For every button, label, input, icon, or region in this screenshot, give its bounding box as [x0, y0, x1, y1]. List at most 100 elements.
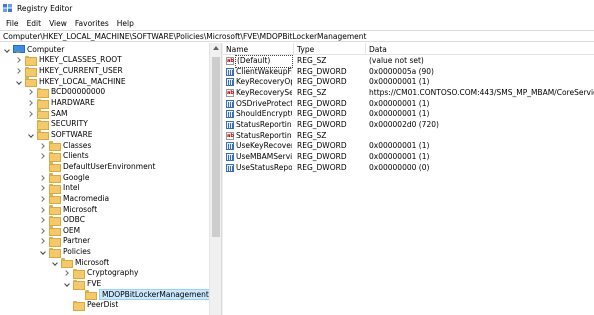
binary-value-icon: [226, 142, 234, 151]
tree-item[interactable]: SOFTWARE: [28, 129, 93, 141]
folder-icon: [49, 151, 61, 162]
column-divider[interactable]: [365, 43, 366, 55]
value-row[interactable]: ClientWakeupFr... REG_DWORD 0x0000005a (90…: [223, 67, 594, 78]
chevron-right-icon[interactable]: [16, 67, 23, 74]
chevron-right-icon[interactable]: [40, 227, 47, 234]
value-row[interactable]: StatusReporting... REG_DWORD 0x000002d0 (7…: [223, 120, 594, 131]
key-tree[interactable]: Computer HKEY_CLASSES_ROOT HKEY_CURRENT_US…: [0, 43, 209, 315]
tree-item[interactable]: Google: [40, 172, 90, 184]
menu-file[interactable]: File: [3, 19, 24, 28]
tree-item-label: Google: [63, 172, 90, 182]
chevron-right-icon[interactable]: [40, 174, 47, 181]
chevron-right-icon[interactable]: [40, 184, 47, 191]
value-row[interactable]: abStatusReporting... REG_SZ: [223, 131, 594, 142]
column-divider[interactable]: [293, 43, 294, 55]
tree-item[interactable]: DefaultUserEnvironment: [40, 161, 155, 173]
tree-item[interactable]: Microsoft: [40, 204, 98, 216]
chevron-down-icon[interactable]: [28, 131, 35, 138]
chevron-right-icon[interactable]: [40, 152, 47, 159]
value-row[interactable]: KeyRecoveryOpt... REG_DWORD 0x00000001 (1): [223, 77, 594, 88]
tree-item[interactable]: Partner: [40, 236, 90, 247]
value-data: https://CM01.CONTOSO.COM:443/SMS_MP_MBAM…: [369, 87, 594, 97]
tree-item[interactable]: ODBC: [40, 214, 85, 226]
string-value-icon: ab: [226, 88, 234, 97]
menu-view[interactable]: View: [46, 19, 72, 28]
value-row[interactable]: ab (Default) REG_SZ (value not set): [223, 55, 594, 68]
chevron-right-icon[interactable]: [40, 237, 47, 244]
column-header-data[interactable]: Data: [369, 45, 387, 54]
folder-icon: [37, 98, 49, 109]
value-type: REG_SZ: [297, 130, 327, 140]
tree-item[interactable]: Macromedia: [40, 193, 109, 205]
menu-help[interactable]: Help: [114, 19, 139, 28]
chevron-right-icon[interactable]: [40, 142, 47, 149]
tree-item[interactable]: HKEY_CURRENT_USER: [16, 65, 123, 77]
chevron-right-icon[interactable]: [40, 195, 47, 202]
tree-item-label: HKEY_LOCAL_MACHINE: [39, 76, 126, 86]
tree-item[interactable]: OEM: [40, 225, 80, 237]
tree-item[interactable]: SAM: [28, 108, 68, 120]
value-row[interactable]: UseStatusReport... REG_DWORD 0x00000000 (0…: [223, 163, 594, 174]
chevron-right-icon[interactable]: [40, 216, 47, 223]
tree-item[interactable]: HKEY_CLASSES_ROOT: [16, 55, 122, 66]
tree-item[interactable]: Microsoft: [52, 257, 110, 269]
chevron-right-icon[interactable]: [16, 56, 23, 63]
tree-item-label: Microsoft: [63, 204, 98, 214]
tree-item[interactable]: Intel: [40, 182, 80, 194]
value-type: REG_DWORD: [297, 151, 347, 161]
value-row[interactable]: OSDriveProtector REG_DWORD 0x00000001 (1): [223, 99, 594, 110]
tree-item[interactable]: BCD00000000: [28, 87, 105, 98]
value-row[interactable]: UseMBAMServic... REG_DWORD 0x00000001 (1): [223, 152, 594, 163]
tree-scrollbar[interactable]: [209, 43, 221, 315]
tree-item[interactable]: Computer: [4, 44, 64, 55]
chevron-right-icon[interactable]: [40, 206, 47, 213]
chevron-right-icon[interactable]: [28, 110, 35, 117]
value-row[interactable]: ShouldEncryptO... REG_DWORD 0x00000001 (1): [223, 109, 594, 120]
string-value-icon: ab: [226, 131, 234, 140]
tree-item[interactable]: Classes: [40, 140, 91, 152]
value-type: REG_DWORD: [297, 77, 347, 87]
value-row[interactable]: UseKeyRecovery... REG_DWORD 0x00000001 (1): [223, 141, 594, 152]
chevron-down-icon[interactable]: [16, 78, 23, 85]
value-row[interactable]: abKeyRecoverySer... REG_SZ https://CM01.CO…: [223, 88, 594, 99]
value-name: UseMBAMServic...: [236, 151, 292, 161]
chevron-down-icon[interactable]: [52, 259, 59, 266]
binary-value-icon: [226, 67, 234, 76]
tree-item[interactable]: Clients: [40, 151, 89, 162]
chevron-right-icon[interactable]: [64, 269, 71, 276]
chevron-down-icon[interactable]: [64, 280, 71, 287]
tree-item-label: HKEY_CURRENT_USER: [39, 66, 123, 76]
chevron-down-icon[interactable]: [4, 46, 11, 53]
value-data: 0x000002d0 (720): [369, 119, 439, 129]
menu-favorites[interactable]: Favorites: [72, 19, 114, 28]
folder-icon: [37, 130, 49, 141]
menu-edit[interactable]: Edit: [24, 19, 47, 28]
tree-item[interactable]: SECURITY: [28, 119, 88, 130]
chevron-down-icon[interactable]: [40, 248, 47, 255]
value-name: UseStatusReport...: [236, 162, 292, 172]
tree-item-label: Intel: [63, 183, 80, 193]
column-header-name[interactable]: Name: [226, 45, 248, 54]
tree-item[interactable]: MDOPBitLockerManagement: [76, 288, 209, 301]
tree-item[interactable]: Policies: [40, 246, 91, 258]
tree-item[interactable]: Cryptography: [64, 268, 138, 279]
tree-item[interactable]: HKEY_LOCAL_MACHINE: [16, 76, 126, 88]
values-list[interactable]: Name Type Data ab (Default) REG_SZ (value n…: [223, 43, 594, 315]
scroll-up-arrow-icon[interactable]: [213, 46, 219, 50]
value-type: REG_DWORD: [297, 119, 347, 129]
chevron-right-icon[interactable]: [28, 88, 35, 95]
value-name: ClientWakeupFr...: [236, 66, 292, 76]
column-header-type[interactable]: Type: [297, 45, 314, 54]
tree-item[interactable]: FVE: [64, 278, 101, 290]
tree-item[interactable]: HARDWARE: [28, 97, 95, 109]
address-bar[interactable]: Computer\HKEY_LOCAL_MACHINE\SOFTWARE\Pol…: [0, 30, 594, 42]
tree-item-label: SOFTWARE: [51, 129, 93, 139]
value-data: 0x0000005a (90): [369, 66, 434, 76]
tree-item[interactable]: PeerDist: [64, 300, 118, 311]
value-data: 0x00000000 (0): [369, 162, 430, 172]
scrollbar-thumb[interactable]: [212, 57, 220, 237]
binary-value-icon: [226, 110, 234, 119]
tree-item-label: Microsoft: [75, 257, 110, 267]
chevron-right-icon[interactable]: [28, 99, 35, 106]
value-name: (Default): [235, 55, 293, 68]
